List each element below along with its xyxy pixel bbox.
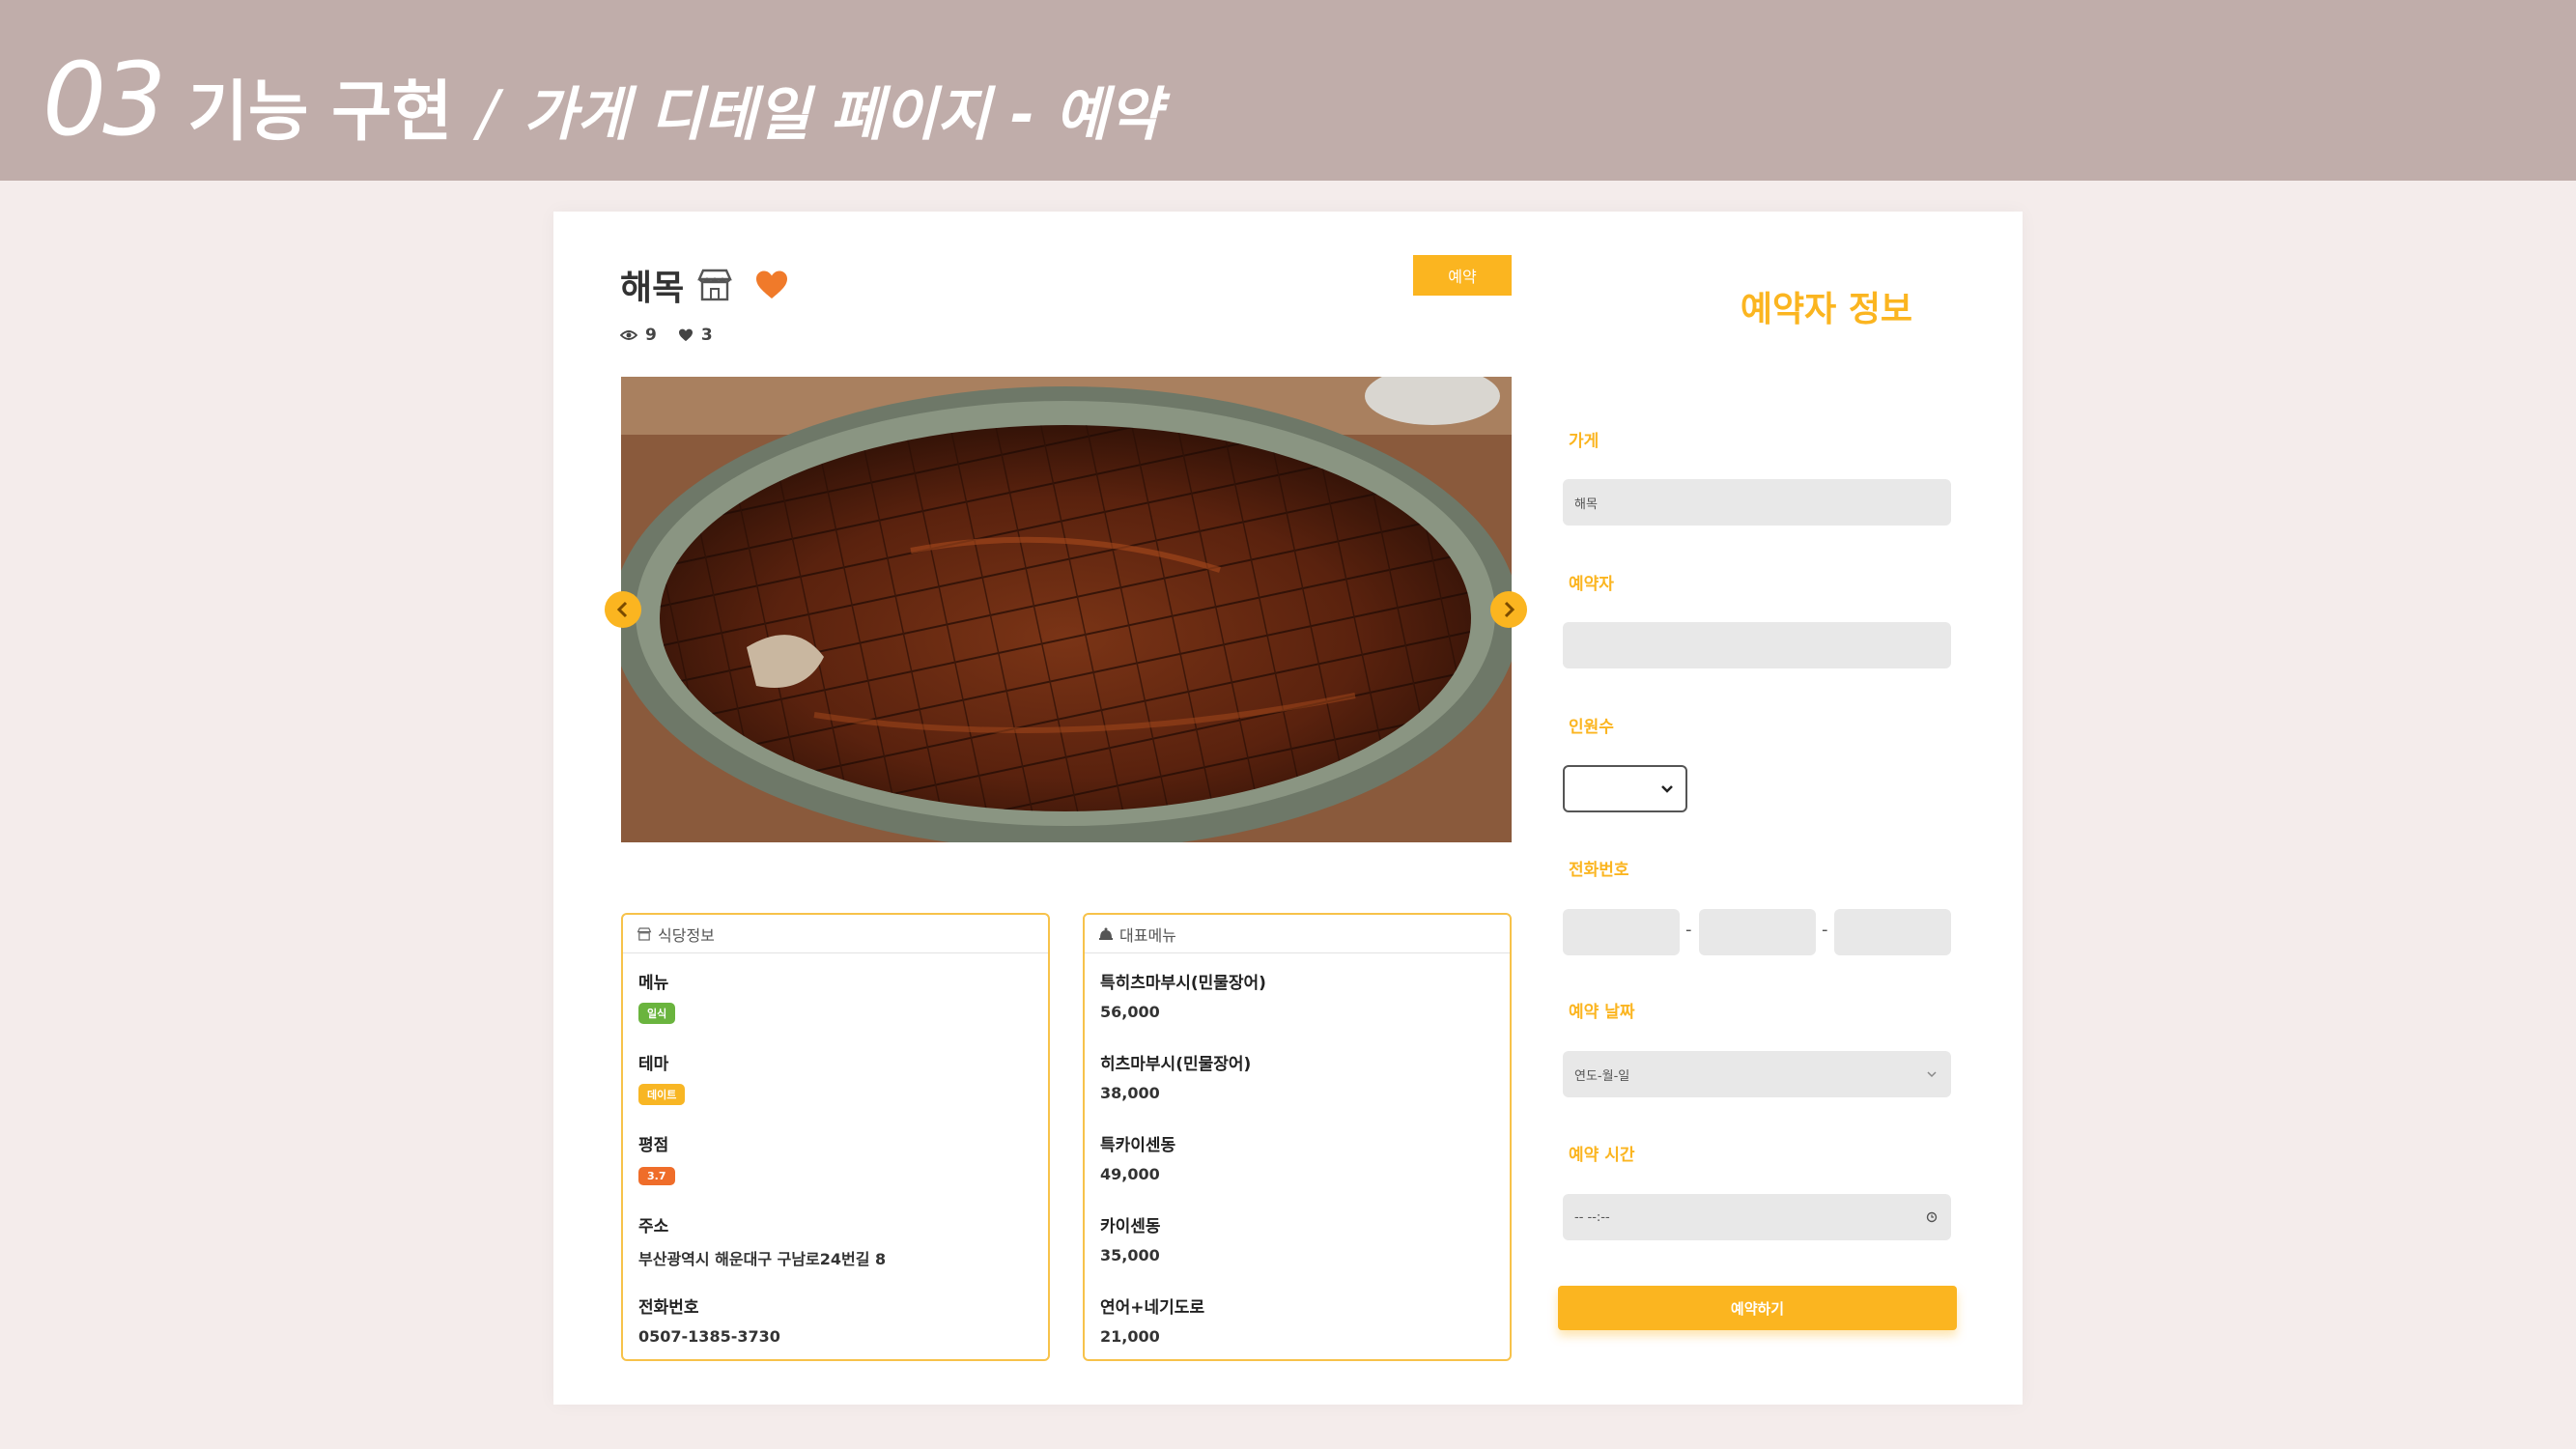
info-item-address: 주소 부산광역시 해운대구 구남로24번길 8	[638, 1207, 1033, 1288]
chevron-down-icon	[1661, 784, 1673, 793]
reserve-button[interactable]: 예약	[1413, 255, 1512, 296]
people-count-select[interactable]	[1563, 765, 1687, 812]
menu-item-name: 히츠마부시(민물장어)	[1100, 1055, 1252, 1074]
storefront-icon	[697, 269, 733, 301]
info-label: 평점	[638, 1136, 669, 1155]
phone-input-last[interactable]	[1834, 909, 1951, 955]
menu-item-price: 56,000	[1100, 1003, 1160, 1021]
info-label: 테마	[638, 1055, 669, 1074]
reserver-field-label: 예약자	[1569, 575, 1614, 594]
like-count: 3	[700, 326, 713, 345]
phone-input-first[interactable]	[1563, 909, 1680, 955]
time-input[interactable]: -- --:--	[1563, 1194, 1951, 1240]
menu-item-price: 21,000	[1100, 1327, 1160, 1346]
slide-header: 03 기능 구현 / 가게 디테일 페이지 - 예약	[0, 0, 2576, 181]
submit-reservation-button[interactable]: 예약하기	[1558, 1286, 1957, 1330]
phone-field-label: 전화번호	[1569, 861, 1629, 880]
rating-badge: 3.7	[638, 1167, 675, 1185]
view-count: 9	[645, 326, 657, 345]
address-value: 부산광역시 해운대구 구남로24번길 8	[638, 1250, 887, 1268]
menu-item-price: 38,000	[1100, 1084, 1160, 1102]
date-placeholder: 연도-월-일	[1574, 1068, 1630, 1084]
carousel-next-button[interactable]	[1490, 591, 1527, 628]
slide-number: 03	[42, 41, 166, 158]
carousel-prev-button[interactable]	[605, 591, 641, 628]
chevron-left-icon	[616, 601, 628, 618]
clock-icon	[1926, 1211, 1938, 1223]
eel-rice-photo	[621, 377, 1512, 842]
chevron-right-icon	[1504, 601, 1515, 618]
heart-icon[interactable]	[755, 270, 788, 300]
info-label: 주소	[638, 1217, 669, 1236]
store-field[interactable]: 해목	[1563, 479, 1951, 526]
slide-title: 03 기능 구현 / 가게 디테일 페이지 - 예약	[42, 41, 1161, 158]
phone-value: 0507-1385-3730	[638, 1327, 780, 1346]
menu-item: 특히츠마부시(민물장어) 56,000	[1100, 963, 1494, 1044]
menu-item-name: 특카이센동	[1100, 1136, 1176, 1155]
info-label: 전화번호	[638, 1298, 699, 1318]
storefront-icon	[637, 926, 652, 941]
signature-menu-title: 대표메뉴	[1119, 925, 1176, 945]
store-name: 해목	[620, 269, 685, 308]
info-item-theme: 테마 데이트	[638, 1044, 1033, 1125]
slide-main-title: 기능 구현	[187, 74, 453, 151]
info-label: 메뉴	[638, 974, 669, 993]
menu-item: 연어+네기도로 21,000	[1100, 1288, 1494, 1369]
signature-menu-panel: 대표메뉴 특히츠마부시(민물장어) 56,000 히츠마부시(민물장어) 38,…	[1083, 913, 1512, 1361]
phone-separator: -	[1685, 920, 1692, 940]
store-photo-carousel	[621, 377, 1512, 842]
eye-icon	[620, 330, 637, 340]
menu-item-name: 특히츠마부시(민물장어)	[1100, 974, 1266, 993]
info-item-rating: 평점 3.7	[638, 1125, 1033, 1207]
menu-item: 특카이센동 49,000	[1100, 1125, 1494, 1207]
heart-count-icon	[678, 328, 693, 342]
signature-menu-header: 대표메뉴	[1085, 915, 1510, 953]
menu-item: 카이센동 35,000	[1100, 1207, 1494, 1288]
chevron-down-icon	[1927, 1071, 1937, 1078]
menu-item: 히츠마부시(민물장어) 38,000	[1100, 1044, 1494, 1125]
menu-item-price: 35,000	[1100, 1246, 1160, 1264]
store-detail-card: 해목 9 3 예약 식당정보 메뉴 일식 테마 데이트 평점 3.7 주소 부산…	[553, 212, 2023, 1405]
slide-subtitle: 가게 디테일 페이지 - 예약	[523, 81, 1162, 149]
slide-title-separator: /	[477, 78, 498, 150]
date-field-label: 예약 날짜	[1569, 1003, 1635, 1022]
restaurant-info-header: 식당정보	[623, 915, 1048, 953]
store-field-label: 가게	[1569, 432, 1599, 451]
time-field-label: 예약 시간	[1569, 1146, 1635, 1165]
people-field-label: 인원수	[1569, 718, 1614, 737]
category-badge: 일식	[638, 1003, 676, 1024]
cloche-icon	[1099, 927, 1113, 940]
store-stats: 9 3	[620, 326, 734, 345]
time-placeholder: -- --:--	[1574, 1209, 1610, 1225]
phone-input-middle[interactable]	[1699, 909, 1816, 955]
phone-separator: -	[1822, 920, 1828, 940]
theme-badge: 데이트	[638, 1084, 686, 1105]
menu-item-name: 연어+네기도로	[1100, 1298, 1205, 1318]
store-name-row: 해목	[620, 260, 788, 310]
restaurant-info-title: 식당정보	[658, 925, 715, 945]
info-item-phone: 전화번호 0507-1385-3730	[638, 1288, 1033, 1369]
restaurant-info-panel: 식당정보 메뉴 일식 테마 데이트 평점 3.7 주소 부산광역시 해운대구 구…	[621, 913, 1050, 1361]
reservation-form-title: 예약자 정보	[1740, 290, 1913, 329]
menu-item-name: 카이센동	[1100, 1217, 1161, 1236]
menu-item-price: 49,000	[1100, 1165, 1160, 1183]
date-input[interactable]: 연도-월-일	[1563, 1051, 1951, 1097]
reserver-name-input[interactable]	[1563, 622, 1951, 668]
info-item-menu: 메뉴 일식	[638, 963, 1033, 1044]
